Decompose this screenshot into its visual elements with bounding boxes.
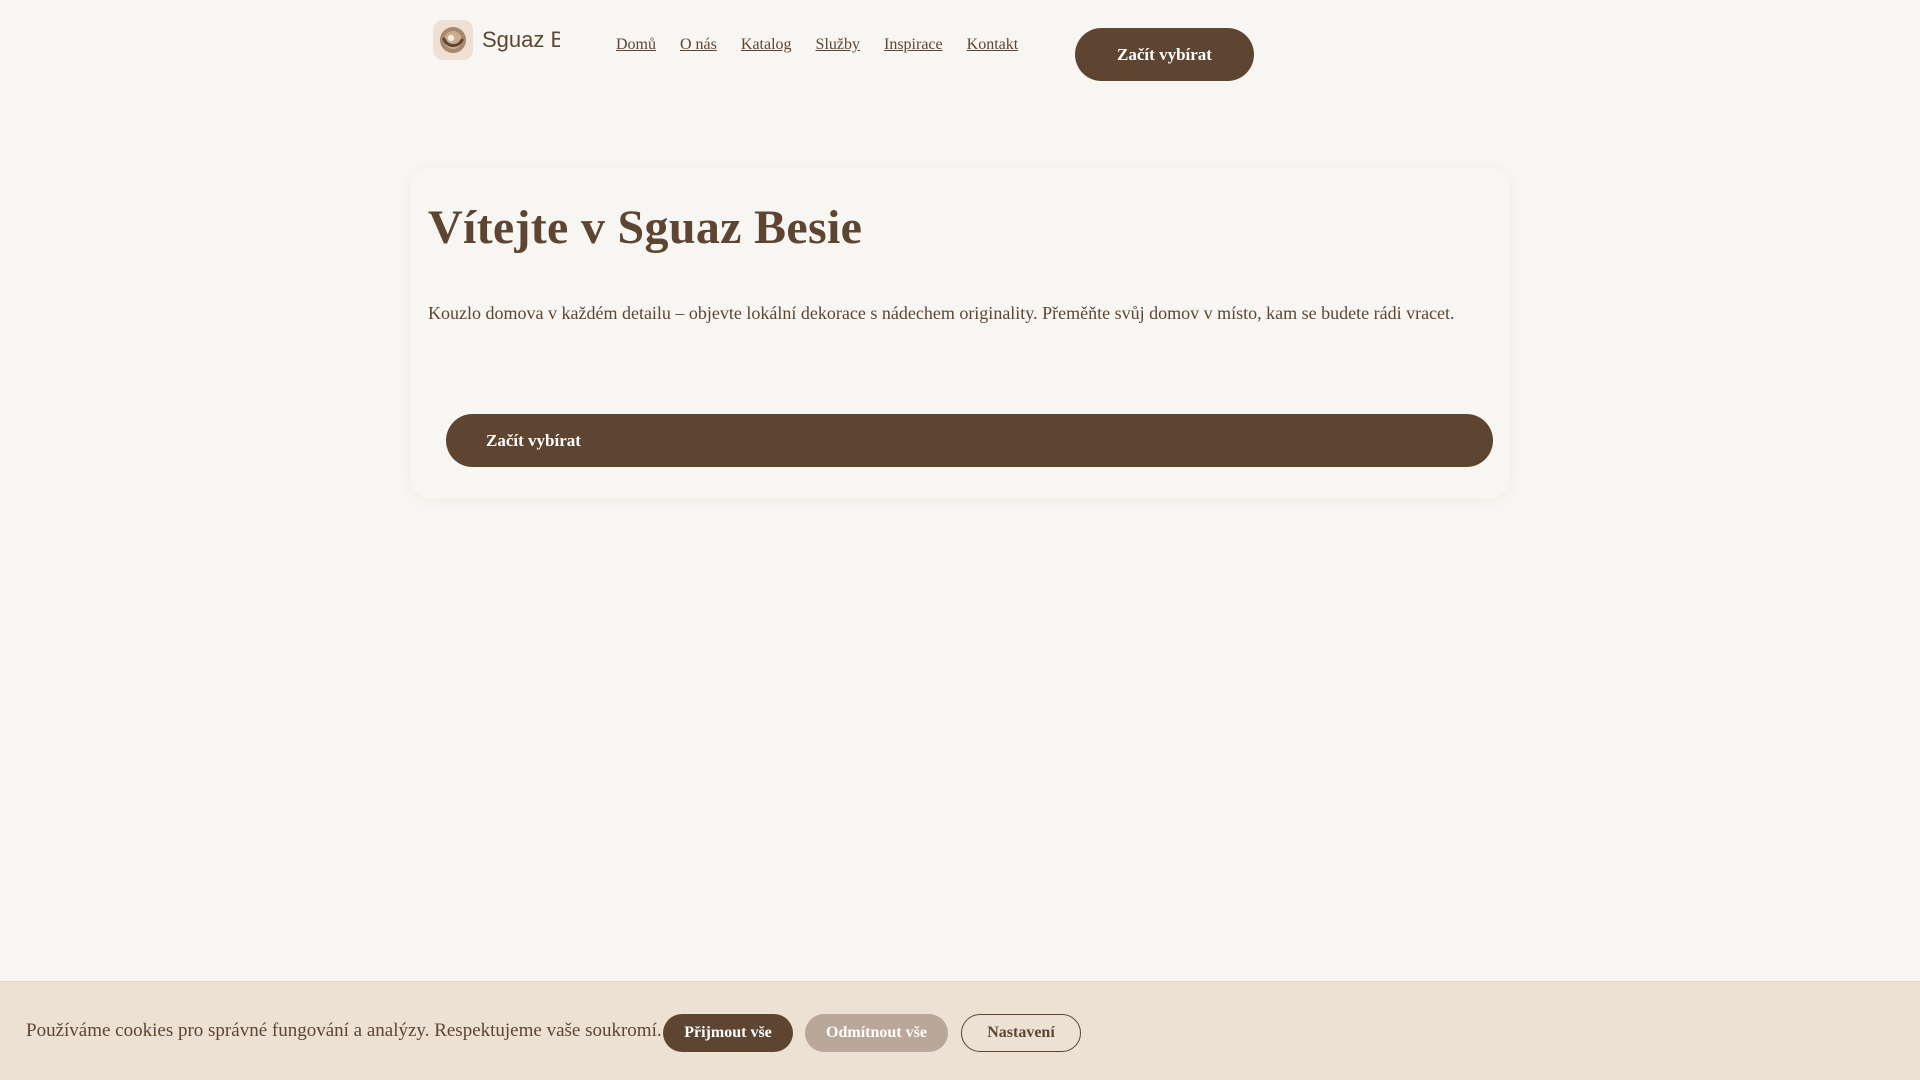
- page: Sguaz Besie Domů O nás Katalog Služby In…: [0, 0, 1920, 1080]
- hero-start-shopping-button[interactable]: Začít vybírat: [446, 414, 1493, 467]
- swirl-logo-icon: [433, 20, 473, 60]
- logo-link[interactable]: Sguaz Besie: [433, 20, 560, 60]
- nav-link-about[interactable]: O nás: [680, 36, 717, 54]
- cookie-reject-all-button[interactable]: Odmítnout vše: [805, 1014, 948, 1052]
- hero-description: Kouzlo domova v každém detailu – objevte…: [428, 303, 1455, 323]
- nav-link-contact[interactable]: Kontakt: [967, 36, 1019, 54]
- hero-card: Vítejte v Sguaz Besie Kouzlo domova v ka…: [411, 168, 1509, 498]
- header-start-shopping-button[interactable]: Začít vybírat: [1075, 28, 1254, 81]
- main-nav: Domů O nás Katalog Služby Inspirace Kont…: [616, 36, 1018, 54]
- cookie-settings-button[interactable]: Nastavení: [961, 1014, 1081, 1052]
- nav-link-inspiration[interactable]: Inspirace: [884, 36, 943, 54]
- site-header: Sguaz Besie Domů O nás Katalog Služby In…: [433, 18, 1254, 88]
- hero-title: Vítejte v Sguaz Besie: [428, 201, 863, 254]
- nav-link-services[interactable]: Služby: [816, 36, 860, 54]
- logo-text: Sguaz Besie: [482, 27, 560, 52]
- nav-link-home[interactable]: Domů: [616, 36, 656, 54]
- cookie-banner: Používáme cookies pro správné fungování …: [0, 981, 1920, 1080]
- nav-link-catalog[interactable]: Katalog: [741, 36, 792, 54]
- cookie-banner-text: Používáme cookies pro správné fungování …: [26, 1020, 662, 1041]
- cookie-accept-all-button[interactable]: Přijmout vše: [663, 1014, 793, 1052]
